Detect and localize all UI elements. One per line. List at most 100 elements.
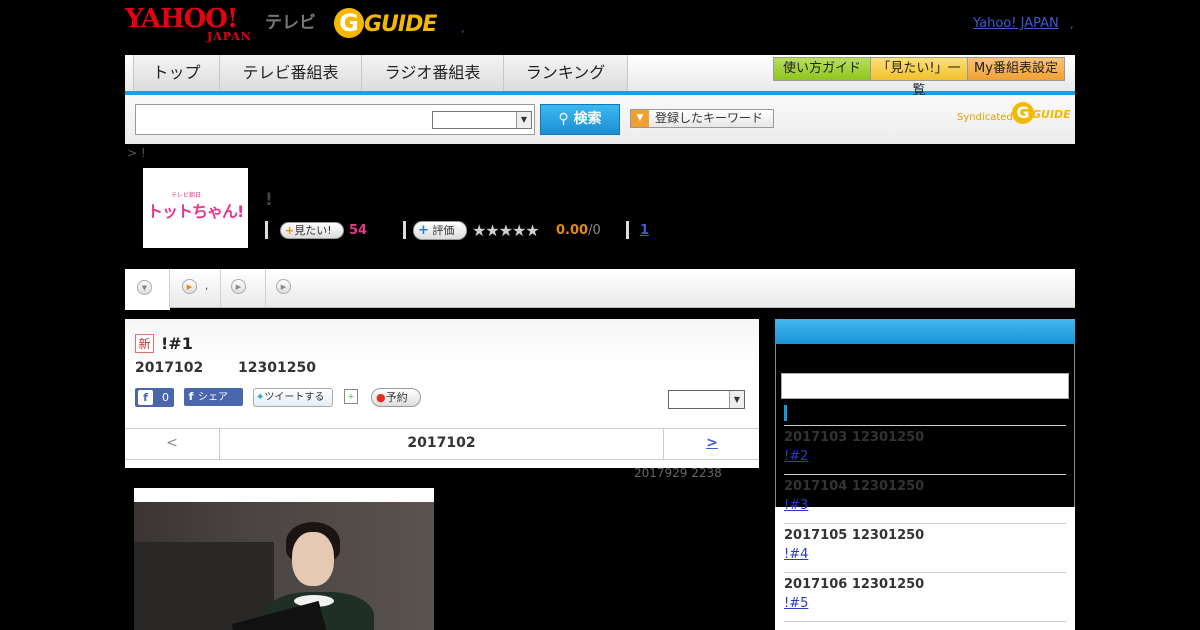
previous-episode-button[interactable]: < — [125, 429, 220, 459]
divider — [403, 221, 406, 239]
yahoo-japan-link[interactable]: Yahoo! JAPAN — [973, 16, 1059, 31]
my-listings-settings-button[interactable]: My番組表設定 — [967, 57, 1065, 81]
subtab-4[interactable]: ▶ — [266, 269, 296, 307]
nav-tab-top[interactable]: トップ — [134, 55, 220, 91]
episode-title: !#1 — [161, 334, 193, 353]
search-category-select[interactable]: ▼ — [432, 111, 532, 129]
reserve-label: 予約 — [385, 391, 408, 404]
sidebar-item-link[interactable]: !#2 — [784, 449, 808, 464]
divider — [626, 221, 629, 239]
tweet-button[interactable]: ✦ツイートする — [253, 388, 333, 407]
want-to-see-count: 54 — [349, 223, 368, 238]
tweet-label: ツイートする — [264, 392, 325, 403]
chevron-down-icon: ▼ — [516, 112, 531, 128]
review-count-link[interactable]: 1 — [640, 223, 649, 238]
sidebar-search-input[interactable] — [781, 373, 1069, 399]
updated-timestamp: 2017929 2238 — [634, 466, 722, 480]
rating-score-total: /0 — [588, 223, 601, 238]
registered-keywords-label: 登録したキーワード — [655, 111, 764, 125]
sidebar-upcoming-episodes: 2017103 12301250 !#2 2017104 12301250 !#… — [775, 319, 1075, 630]
want-to-see-list-button[interactable]: 「見たい!」一覧 — [870, 57, 968, 98]
syndicated-label: Syndicated — [957, 112, 1013, 123]
breadcrumb[interactable]: > ! — [127, 146, 146, 160]
nav-edge — [125, 55, 134, 91]
divider — [784, 474, 1066, 475]
registered-keywords-button[interactable]: ▼ 登録したキーワード — [630, 109, 774, 128]
sidebar-item-date: 2017104 12301250 — [784, 479, 925, 494]
want-to-see-label: 見たい! — [294, 224, 332, 237]
search-bar: ▼ ⚲ 検索 ▼ 登録したキーワード Syndicated G GUIDE — [125, 95, 1075, 144]
yahoo-logo-text: YAHOO! — [125, 4, 238, 34]
sidebar-item-date: 2017105 12301250 — [784, 528, 925, 543]
chevron-down-icon: ▼ — [137, 280, 152, 295]
facebook-icon: f — [188, 390, 194, 403]
header-separator-right: , — [1070, 18, 1074, 31]
want-to-see-button[interactable]: +見たい! — [280, 222, 344, 239]
program-thumbnail: テレビ朝日 トットちゃん! — [143, 168, 248, 248]
subtab-2[interactable]: ▶ — [170, 269, 221, 307]
tv-logo-label[interactable]: テレビ — [265, 8, 316, 33]
yahoo-japan-logo[interactable]: YAHOO! JAPAN — [125, 4, 265, 43]
facebook-icon: f — [138, 390, 153, 405]
divider — [265, 221, 268, 239]
header-separator: , — [461, 22, 465, 35]
calendar-add-icon[interactable]: + — [344, 389, 358, 404]
divider — [784, 572, 1066, 573]
record-dot-icon: ● — [376, 391, 386, 404]
photo-scene — [134, 502, 434, 630]
next-episode-link[interactable]: > — [663, 429, 760, 459]
sidebar-header — [775, 319, 1075, 344]
photo-blackboard — [134, 542, 274, 630]
gguide-logo-text: GUIDE — [364, 12, 437, 37]
sidebar-item-date: 2017106 12301250 — [784, 577, 925, 592]
facebook-share-button[interactable]: f シェア — [184, 388, 243, 406]
syndicated-logo-text: GUIDE — [1032, 108, 1071, 121]
search-button-label: 検索 — [573, 111, 602, 127]
photo-face — [292, 532, 334, 586]
sidebar-item-link[interactable]: !#3 — [784, 498, 808, 513]
new-badge: 新 — [135, 334, 154, 353]
nav-tab-tv-listings[interactable]: テレビ番組表 — [220, 55, 362, 91]
thumbnail-title: トットちゃん! — [147, 202, 244, 221]
rating-stars: ★★★★★ — [472, 221, 540, 240]
reserve-button[interactable]: ●予約 — [371, 388, 421, 407]
facebook-like-count: 0 — [162, 391, 169, 404]
rate-label: 評価 — [432, 224, 455, 237]
play-icon: ▶ — [276, 279, 291, 294]
plus-icon: + — [418, 223, 429, 238]
sidebar-item-link[interactable]: !#5 — [784, 596, 808, 611]
nav-tab-radio-listings[interactable]: ラジオ番組表 — [362, 55, 504, 91]
episode-date: 2017102 — [135, 360, 204, 376]
divider — [784, 425, 1066, 426]
play-icon: ▶ — [182, 279, 197, 294]
play-icon: ▶ — [231, 279, 246, 294]
rating-score-value: 0.00 — [556, 223, 589, 238]
search-icon: ⚲ — [558, 111, 569, 127]
search-button[interactable]: ⚲ 検索 — [540, 104, 620, 135]
chevron-down-icon: ▼ — [729, 391, 744, 408]
subtab-3[interactable]: ▶ — [221, 269, 266, 307]
triangle-down-icon: ▼ — [631, 110, 649, 127]
sidebar-section-marker — [784, 405, 787, 421]
episode-panel: 新 !#1 2017102 12301250 f 0 f シェア ✦ツイートする … — [125, 319, 759, 468]
facebook-share-label: シェア — [198, 392, 228, 403]
plus-icon: + — [285, 224, 295, 237]
divider — [784, 523, 1066, 524]
gguide-logo[interactable]: G GUIDE — [334, 8, 437, 42]
sidebar-item-link[interactable]: !#4 — [784, 547, 808, 562]
sidebar-white-area — [775, 507, 1075, 630]
subtab-2-label: , — [205, 281, 209, 292]
gguide-g-icon: G — [1012, 102, 1034, 124]
sidebar-item-date: 2017103 12301250 — [784, 430, 925, 445]
gguide-g-icon: G — [334, 8, 364, 38]
program-subtabs: ▼ ▶ ▶ ▶ — [125, 269, 1075, 310]
episode-nav: < 2017102 > — [125, 428, 759, 460]
nav-tab-ranking[interactable]: ランキング — [504, 55, 628, 91]
rating-score: 0.00/0 — [556, 223, 601, 238]
facebook-like-button[interactable]: f 0 — [135, 388, 174, 407]
rate-button[interactable]: + 評価 — [413, 221, 467, 240]
syndicated-gguide-logo: G GUIDE — [1012, 102, 1071, 126]
episode-select[interactable]: ▼ — [668, 390, 745, 409]
usage-guide-button[interactable]: 使い方ガイド — [773, 57, 871, 81]
subtab-1[interactable]: ▼ — [125, 269, 170, 310]
